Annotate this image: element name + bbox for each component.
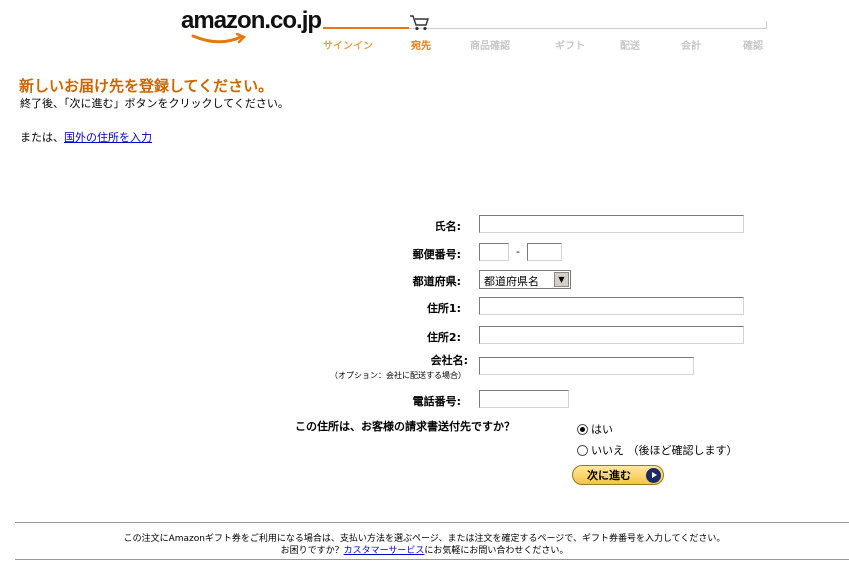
- postal-code-second-input[interactable]: [527, 243, 562, 261]
- prefecture-label: 都道府県:: [412, 275, 461, 288]
- step-payment: 会計: [681, 41, 701, 52]
- billing-address-question: この住所は、お客様の請求書送付先ですか？: [295, 420, 515, 433]
- billing-no-option[interactable]: いいえ （後ほど確認します）: [577, 442, 738, 458]
- address2-label: 住所2:: [426, 331, 461, 344]
- prefecture-select[interactable]: 都道府県名 ▼: [479, 270, 571, 289]
- address1-input[interactable]: [479, 297, 744, 315]
- shopping-cart-icon: [410, 15, 429, 31]
- foreign-address-link[interactable]: 国外の住所を入力: [64, 131, 152, 144]
- page-title: 新しいお届け先を登録してください。: [19, 77, 274, 95]
- footer-divider-bottom: [15, 559, 849, 560]
- postal-dash: -: [516, 245, 520, 258]
- name-input[interactable]: [479, 215, 744, 233]
- chevron-down-icon[interactable]: ▼: [554, 272, 569, 287]
- step-shipping: 配送: [620, 41, 640, 52]
- billing-no-label: いいえ （後ほど確認します）: [591, 444, 738, 457]
- phone-label: 電話番号:: [412, 395, 461, 408]
- instruction-text: 終了後、「次に進む」ボタンをクリックしてください。: [20, 97, 289, 110]
- phone-input[interactable]: [479, 390, 569, 408]
- postal-label: 郵便番号:: [412, 248, 461, 261]
- step-address: 宛先: [411, 41, 431, 52]
- address1-label: 住所1:: [426, 302, 461, 315]
- next-button[interactable]: 次に進む: [572, 465, 664, 485]
- alt-prefix: または、: [20, 131, 64, 144]
- next-button-label: 次に進む: [587, 469, 631, 482]
- postal-code-first-input[interactable]: [479, 243, 509, 261]
- amazon-logo[interactable]: amazon.co.jp: [181, 7, 322, 44]
- address2-input[interactable]: [479, 326, 744, 344]
- logo-text: amazon.co.jp: [181, 7, 322, 34]
- company-optional-note: （オプション：会社に配送する場合）: [330, 371, 466, 380]
- step-gift: ギフト: [555, 41, 585, 52]
- billing-yes-radio[interactable]: [577, 423, 588, 435]
- progress-bar-complete: [323, 27, 409, 29]
- footer-divider-top: [15, 522, 849, 523]
- progress-bar-end: [766, 21, 767, 29]
- step-signin: サインイン: [323, 41, 373, 52]
- customer-service-link[interactable]: カスタマーサービス: [344, 546, 425, 556]
- footer-help-suffix: にお気軽にお問い合わせください。: [424, 546, 569, 556]
- billing-yes-label: はい: [591, 423, 613, 436]
- billing-no-radio[interactable]: [577, 444, 588, 456]
- company-input[interactable]: [479, 357, 694, 375]
- smile-arrow-icon: [191, 33, 247, 44]
- prefecture-selected-value: 都道府県名: [484, 275, 539, 288]
- footer-help-prefix: お困りですか？: [280, 546, 344, 556]
- name-label: 氏名:: [434, 220, 461, 233]
- arrow-right-icon: [646, 468, 661, 483]
- foreign-address-line: または、国外の住所を入力: [20, 129, 152, 145]
- step-items: 商品確認: [470, 41, 510, 52]
- step-confirm: 確認: [743, 41, 763, 52]
- company-label: 会社名:: [430, 354, 468, 367]
- footer-help-line: お困りですか？カスタマーサービスにお気軽にお問い合わせください。: [0, 543, 849, 556]
- billing-yes-option[interactable]: はい: [577, 421, 613, 437]
- progress-bar-remaining: [409, 28, 767, 29]
